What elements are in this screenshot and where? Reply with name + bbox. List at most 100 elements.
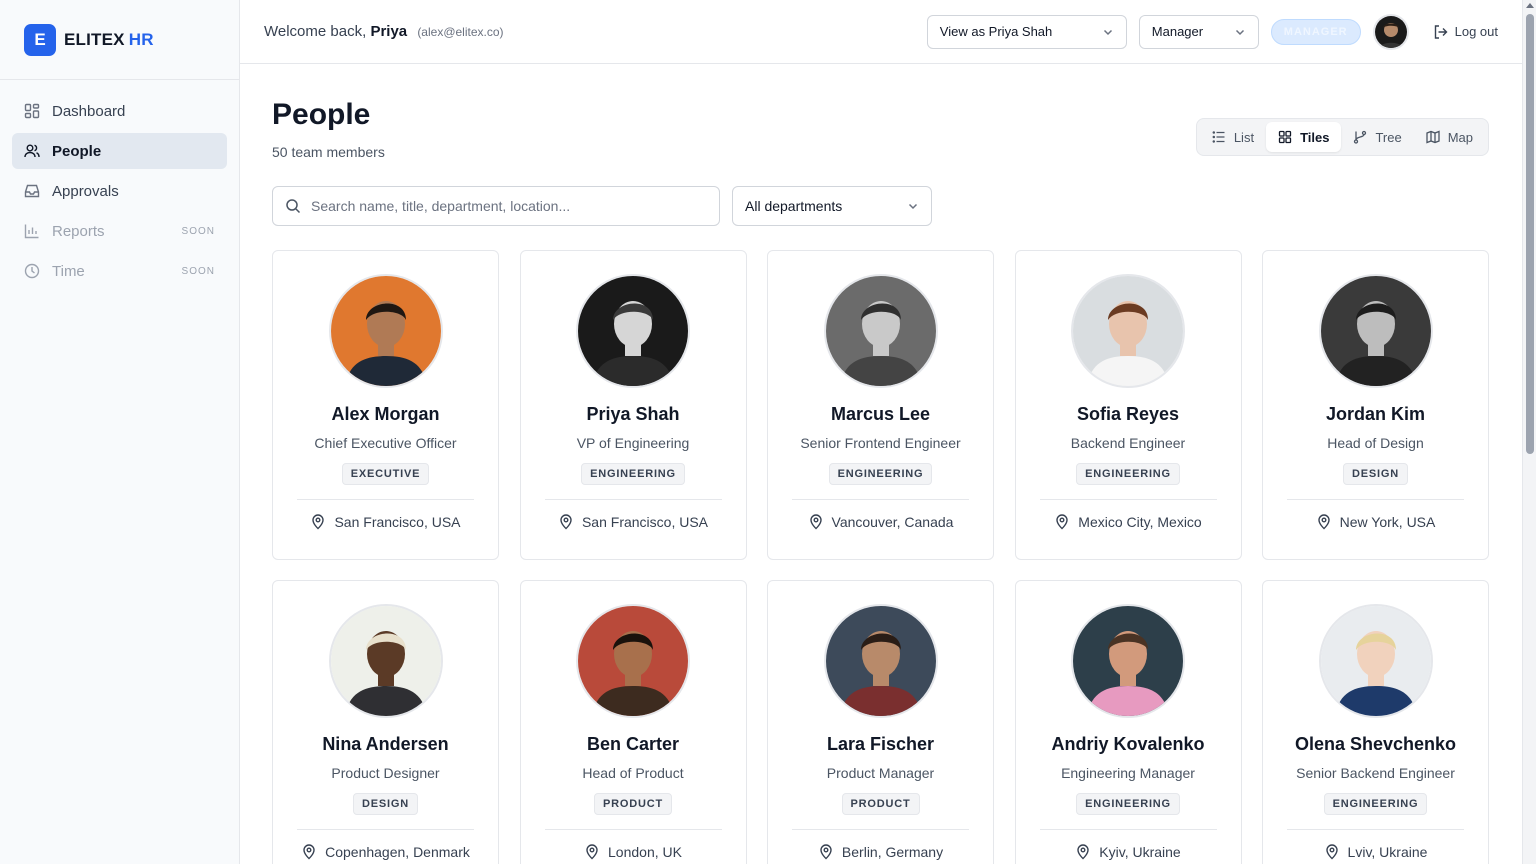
person-photo (576, 604, 690, 718)
sidebar-item-label: People (52, 142, 102, 160)
sidebar-item-dashboard[interactable]: Dashboard (12, 93, 227, 129)
view-tree-button[interactable]: Tree (1341, 122, 1413, 152)
person-card[interactable]: Jordan Kim Head of Design DESIGN New Yor… (1262, 250, 1489, 560)
person-card[interactable]: Andriy Kovalenko Engineering Manager ENG… (1014, 580, 1242, 864)
person-location: Kyiv, Ukraine (1075, 844, 1181, 860)
view-as-value: View as Priya Shah (939, 24, 1053, 39)
brand-name: ELITEX HR (64, 30, 154, 50)
person-name: Sofia Reyes (1076, 404, 1180, 424)
person-title: Chief Executive Officer (314, 435, 457, 451)
person-card[interactable]: Marcus Lee Senior Frontend Engineer ENGI… (767, 250, 994, 560)
sidebar-item-label: Time (52, 262, 85, 280)
scrollbar-thumb[interactable] (1526, 14, 1534, 454)
person-card[interactable]: Priya Shah VP of Engineering ENGINEERING… (519, 250, 747, 560)
page-header: People 50 team members List Tiles Tree M… (272, 64, 1489, 160)
person-name: Ben Carter (586, 734, 680, 754)
department-filter[interactable]: All departments (732, 186, 932, 226)
map-pin-icon (558, 514, 574, 530)
role-badge: MANAGER (1270, 18, 1361, 45)
sidebar-item-time: Time SOON (12, 253, 227, 289)
person-title: Product Manager (826, 765, 935, 781)
department-badge: DESIGN (1343, 463, 1408, 485)
person-card[interactable]: Alex Morgan Chief Executive Officer EXEC… (272, 250, 499, 560)
person-photo (1071, 604, 1185, 718)
card-divider (1039, 499, 1217, 500)
card-divider (297, 829, 474, 830)
person-name: Priya Shah (586, 404, 680, 424)
person-photo (576, 274, 690, 388)
person-title: Head of Product (582, 765, 684, 781)
card-divider (544, 499, 722, 500)
person-title: Engineering Manager (1061, 765, 1195, 781)
view-map-label: Map (1447, 129, 1473, 145)
search-box[interactable] (272, 186, 720, 226)
view-switcher: List Tiles Tree Map (1195, 118, 1489, 156)
map-pin-icon (310, 514, 326, 530)
welcome-text: Welcome back, (264, 23, 367, 40)
person-location: Vancouver, Canada (808, 514, 954, 530)
person-name: Lara Fischer (826, 734, 935, 754)
scroll-up-arrow[interactable] (1526, 3, 1534, 8)
person-location: San Francisco, USA (310, 514, 461, 530)
brand-name-text: ELITEX (64, 29, 125, 49)
department-badge: ENGINEERING (1323, 793, 1428, 815)
sidebar-item-approvals[interactable]: Approvals (12, 173, 227, 209)
card-divider (792, 829, 969, 830)
person-location: London, UK (584, 844, 682, 860)
brand[interactable]: E ELITEX HR (0, 0, 239, 80)
brand-accent-text: HR (128, 29, 154, 49)
card-divider (792, 499, 969, 500)
soon-badge: SOON (181, 265, 215, 277)
location-text: New York, USA (1339, 514, 1436, 530)
search-input[interactable] (311, 198, 707, 214)
page-scrollbar[interactable] (1522, 0, 1536, 864)
person-photo (1318, 604, 1433, 718)
person-photo (1071, 274, 1185, 388)
person-photo (328, 274, 443, 388)
person-name: Alex Morgan (331, 404, 440, 424)
person-card[interactable]: Ben Carter Head of Product PRODUCT Londo… (519, 580, 747, 864)
person-card[interactable]: Olena Shevchenko Senior Backend Engineer… (1262, 580, 1489, 864)
map-pin-icon (584, 844, 600, 860)
sidebar-item-people[interactable]: People (12, 133, 227, 169)
view-tiles-button[interactable]: Tiles (1266, 122, 1342, 152)
location-text: Lviv, Ukraine (1347, 844, 1428, 860)
search-icon (285, 198, 301, 214)
person-title: Product Designer (331, 765, 440, 781)
clock-icon (24, 263, 40, 279)
location-text: San Francisco, USA (581, 514, 709, 530)
soon-badge: SOON (181, 225, 215, 237)
person-card[interactable]: Nina Andersen Product Designer DESIGN Co… (272, 580, 499, 864)
main-content: People 50 team members List Tiles Tree M… (272, 64, 1489, 864)
role-select[interactable]: Manager (1138, 14, 1259, 49)
location-text: Copenhagen, Denmark (325, 844, 470, 860)
person-photo (823, 274, 938, 388)
department-badge: ENGINEERING (1076, 463, 1180, 485)
view-as-select[interactable]: View as Priya Shah (926, 14, 1127, 49)
person-location: New York, USA (1316, 514, 1436, 530)
users-icon (24, 143, 40, 159)
location-text: Vancouver, Canada (831, 514, 954, 530)
user-avatar[interactable] (1372, 13, 1409, 50)
location-text: San Francisco, USA (334, 514, 461, 530)
location-text: Kyiv, Ukraine (1099, 844, 1181, 860)
person-card[interactable]: Sofia Reyes Backend Engineer ENGINEERING… (1014, 250, 1242, 560)
department-badge: EXECUTIVE (341, 463, 430, 485)
person-title: Senior Frontend Engineer (800, 435, 961, 451)
person-title: VP of Engineering (576, 435, 690, 451)
person-name: Marcus Lee (830, 404, 931, 424)
view-map-button[interactable]: Map (1414, 122, 1485, 152)
card-divider (1039, 829, 1217, 830)
view-list-button[interactable]: List (1200, 122, 1266, 152)
map-pin-icon (818, 844, 834, 860)
person-card[interactable]: Lara Fischer Product Manager PRODUCT Ber… (767, 580, 994, 864)
map-pin-icon (1054, 514, 1070, 530)
sidebar-item-label: Reports (52, 222, 105, 240)
person-title: Senior Backend Engineer (1296, 765, 1455, 781)
logout-button[interactable]: Log out (1433, 24, 1498, 40)
person-photo (328, 604, 443, 718)
header-actions: View as Priya Shah Manager MANAGER Log o… (926, 13, 1498, 50)
department-badge: PRODUCT (594, 793, 672, 815)
person-location: Mexico City, Mexico (1054, 514, 1202, 530)
person-location: Berlin, Germany (818, 844, 943, 860)
